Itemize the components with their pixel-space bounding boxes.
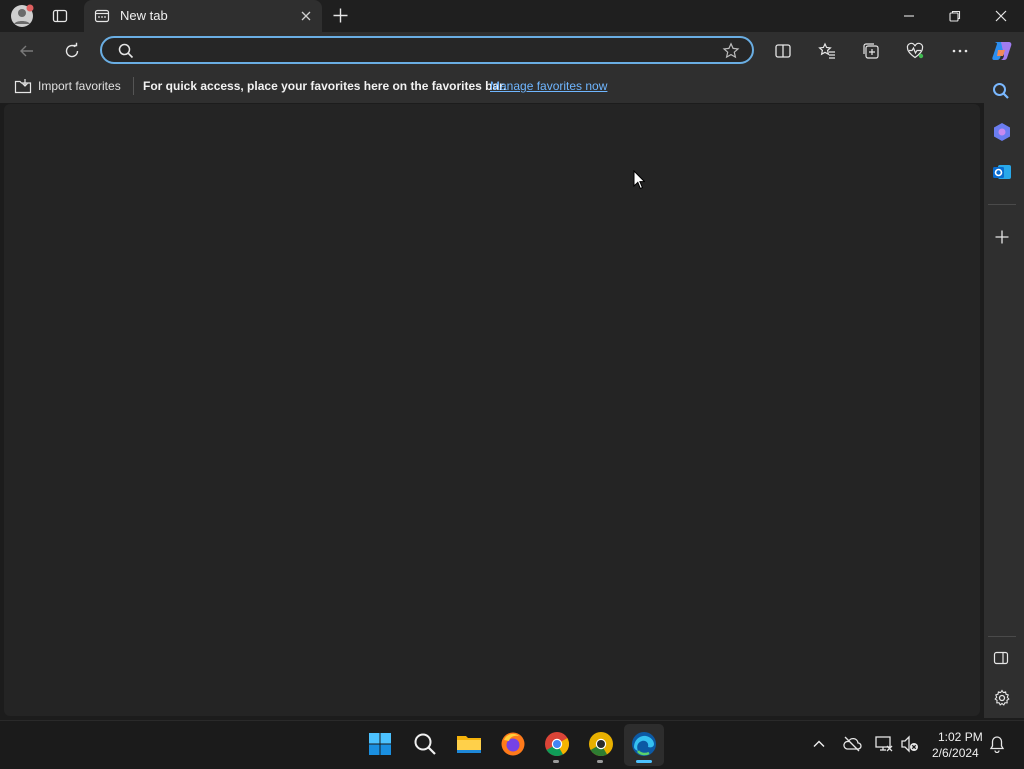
close-window-icon[interactable] [994, 9, 1008, 23]
edge-icon[interactable] [631, 731, 657, 757]
minimize-icon[interactable] [902, 9, 916, 23]
network-icon[interactable] [874, 735, 894, 753]
sidebar-divider-bottom [988, 636, 1016, 637]
new-tab-button[interactable] [332, 7, 349, 24]
edge-active-indicator [636, 760, 652, 763]
favorites-divider [133, 77, 134, 95]
notifications-bell-icon[interactable] [988, 735, 1006, 753]
import-favorites-icon[interactable] [14, 78, 32, 94]
manage-favorites-link[interactable]: Manage favorites now [490, 79, 607, 93]
firefox-icon[interactable] [500, 731, 526, 757]
tab-new-tab[interactable]: New tab [84, 0, 322, 32]
profile-avatar-icon[interactable] [10, 4, 34, 28]
favorites-bar-message: For quick access, place your favorites h… [143, 79, 507, 93]
mouse-cursor-icon [633, 170, 645, 190]
chrome-icon[interactable] [544, 731, 570, 757]
sidebar-search-icon[interactable] [992, 82, 1010, 100]
copilot-icon[interactable] [989, 38, 1015, 64]
address-input[interactable] [142, 41, 706, 61]
close-tab-icon[interactable] [300, 10, 312, 22]
page-content[interactable] [4, 104, 980, 716]
onedrive-offline-icon[interactable] [842, 735, 862, 753]
new-tab-page-icon [94, 8, 110, 24]
tab-title: New tab [120, 8, 168, 23]
add-sidebar-app-icon[interactable] [994, 229, 1010, 245]
file-explorer-icon[interactable] [456, 732, 482, 756]
back-icon[interactable] [18, 42, 36, 60]
hide-sidebar-icon[interactable] [993, 650, 1009, 666]
restore-icon[interactable] [948, 9, 962, 23]
favorite-star-icon[interactable] [722, 42, 740, 60]
taskbar-search-icon[interactable] [413, 732, 437, 756]
canary-running-indicator [597, 760, 603, 763]
clock-time[interactable]: 1:02 PM [938, 730, 983, 744]
clock-date[interactable]: 2/6/2024 [932, 746, 979, 760]
refresh-icon[interactable] [63, 42, 81, 60]
chrome-running-indicator [553, 760, 559, 763]
more-options-icon[interactable] [951, 42, 969, 60]
address-bar[interactable] [100, 36, 754, 64]
tab-actions-icon[interactable] [52, 8, 68, 24]
favorites-icon[interactable] [818, 42, 836, 60]
show-hidden-icons-chevron-icon[interactable] [812, 737, 826, 751]
import-favorites-button[interactable]: Import favorites [38, 79, 121, 93]
browser-essentials-icon[interactable] [906, 42, 924, 60]
collections-icon[interactable] [862, 42, 880, 60]
volume-muted-icon[interactable] [900, 735, 920, 753]
search-icon [118, 43, 134, 59]
sidebar-copilot-icon[interactable] [992, 122, 1012, 142]
sidebar-settings-icon[interactable] [993, 689, 1011, 707]
outlook-icon[interactable] [992, 162, 1012, 182]
split-screen-icon[interactable] [774, 42, 792, 60]
chrome-canary-icon[interactable] [588, 731, 614, 757]
sidebar-divider [988, 204, 1016, 205]
start-icon[interactable] [368, 732, 392, 756]
